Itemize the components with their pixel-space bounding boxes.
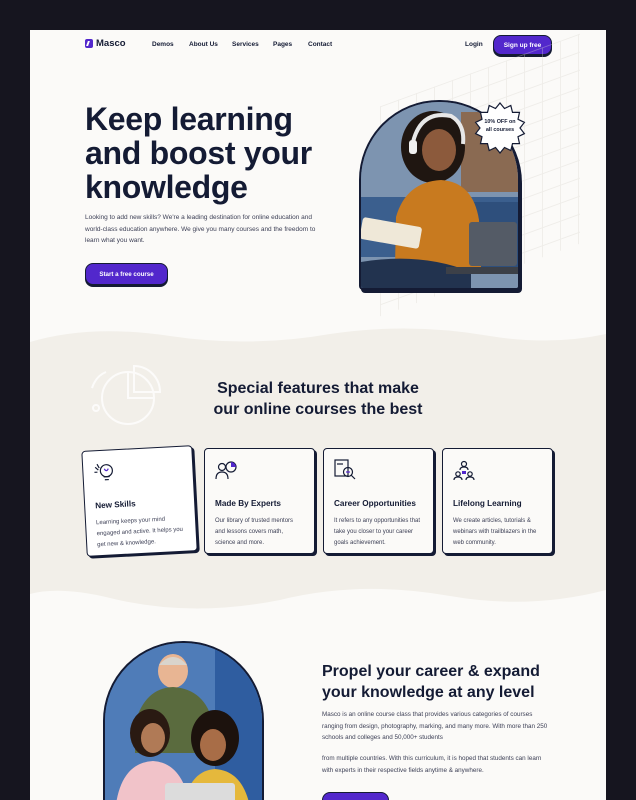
card-description: Learning keeps your mind engaged and act… xyxy=(95,516,184,549)
feature-card-lifelong-learning[interactable]: Lifelong Learning We create articles, tu… xyxy=(442,448,553,554)
nav-link-demos[interactable]: Demos xyxy=(152,41,175,48)
card-description: It refers to any opportunities that take… xyxy=(334,518,421,546)
page: Masco Demos About Us Services Pages Cont… xyxy=(30,30,606,800)
login-link[interactable]: Login xyxy=(465,41,483,48)
logo[interactable]: Masco xyxy=(85,38,126,49)
career-heading-line: your knowledge at any level xyxy=(322,684,535,701)
students-group-illustration xyxy=(105,643,262,800)
nav-link-about-us[interactable]: About Us xyxy=(189,41,219,48)
nav-link-label: Pages xyxy=(273,41,293,48)
team-network-icon xyxy=(453,460,475,481)
start-course-button[interactable]: Start a free course xyxy=(85,263,168,285)
career-image xyxy=(103,641,264,800)
hero-description: Looking to add new skills? We're a leadi… xyxy=(85,214,316,244)
badge-text: 10% OFF on all courses xyxy=(474,118,526,134)
feature-card-made-by-experts[interactable]: Made By Experts Our library of trusted m… xyxy=(204,448,315,554)
card-title: Lifelong Learning xyxy=(453,499,522,508)
card-description: We create articles, tutorials & webinars… xyxy=(453,518,537,546)
card-title: Career Opportunities xyxy=(334,499,416,508)
nav-link-pages[interactable]: Pages xyxy=(273,41,293,48)
career-heading: Propel your career & expand your knowled… xyxy=(322,661,562,703)
expert-pointer-icon xyxy=(215,461,237,480)
career-cta-button[interactable] xyxy=(322,792,389,800)
nav-link-label: Demos xyxy=(152,41,174,48)
card-title: Made By Experts xyxy=(215,499,281,508)
hero-title: Keep learning and boost your knowledge xyxy=(85,101,312,205)
career-paragraph: Masco is an online course class that pro… xyxy=(322,711,548,741)
nav-link-label: About Us xyxy=(189,41,218,48)
badge-line: 10% OFF on xyxy=(484,119,516,125)
card-title: New Skills xyxy=(94,499,136,511)
features-heading-line: our online courses the best xyxy=(213,401,423,418)
badge-line: all courses xyxy=(485,127,515,133)
feature-card-career-opportunities[interactable]: Career Opportunities It refers to any op… xyxy=(323,448,434,554)
career-paragraph: from multiple countries. With this curri… xyxy=(322,755,542,774)
card-description: Our library of trusted mentors and lesso… xyxy=(215,518,294,546)
discount-badge: 10% OFF on all courses xyxy=(474,102,526,154)
features-heading: Special features that make our online co… xyxy=(30,378,606,420)
job-search-icon xyxy=(334,459,356,480)
nav-link-label: Contact xyxy=(308,41,333,48)
features-heading-line: Special features that make xyxy=(217,380,419,397)
brain-lightbulb-icon xyxy=(94,463,113,481)
feature-card-new-skills[interactable]: New Skills Learning keeps your mind enga… xyxy=(81,445,198,557)
career-heading-line: Propel your career & expand xyxy=(322,663,540,680)
logo-text: Masco xyxy=(96,38,126,49)
nav-link-services[interactable]: Services xyxy=(232,41,260,48)
nav-link-contact[interactable]: Contact xyxy=(308,41,332,48)
nav-link-label: Services xyxy=(232,41,259,48)
logo-icon xyxy=(85,39,93,48)
